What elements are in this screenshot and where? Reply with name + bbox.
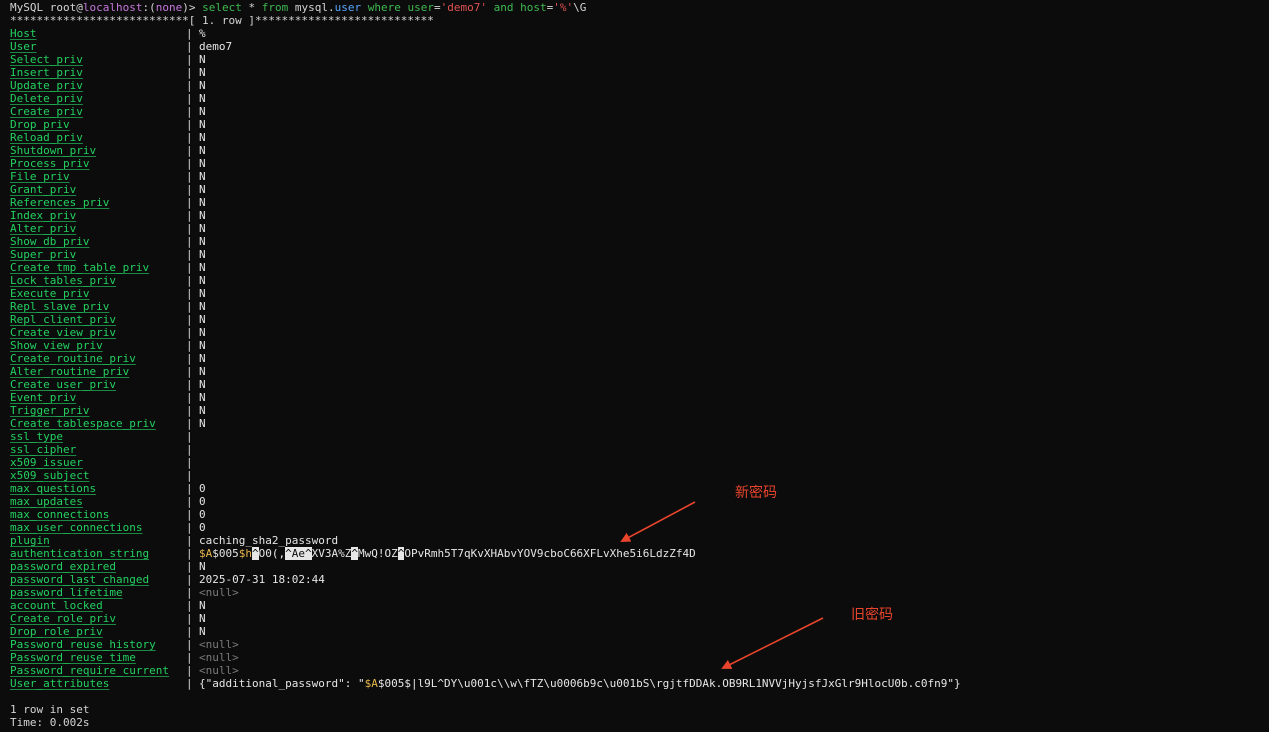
old-password-arrow [721, 617, 824, 669]
old-password-annotation: 旧密码 [851, 607, 893, 623]
new-password-arrow [620, 501, 696, 542]
terminal-window[interactable]: MySQL root@localhost:(none)> select * fr… [0, 0, 1269, 732]
new-password-annotation: 新密码 [735, 485, 777, 501]
annotation-arrows [620, 501, 824, 669]
